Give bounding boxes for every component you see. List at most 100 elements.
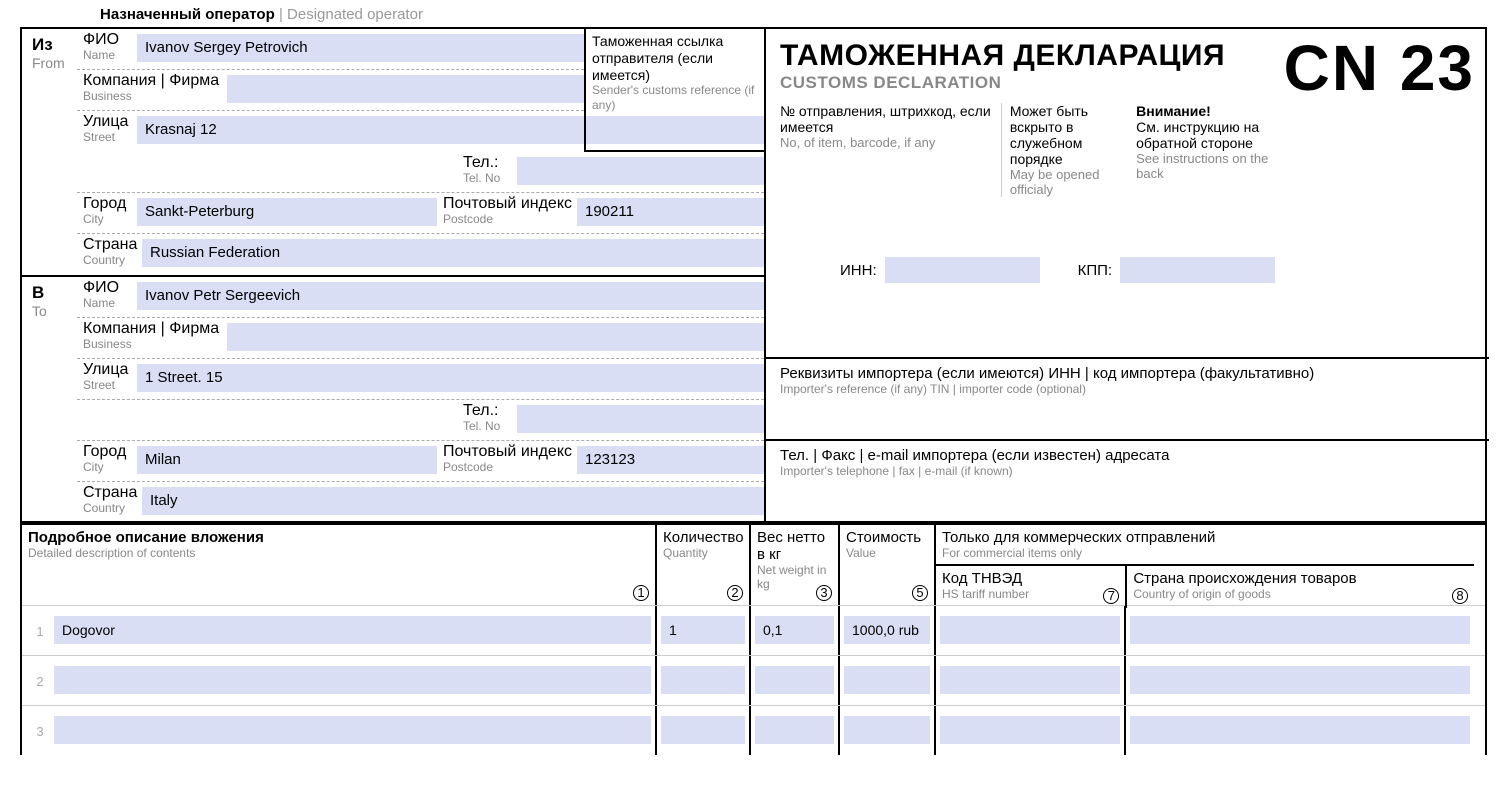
from-city-field[interactable]: Sankt-Peterburg — [137, 198, 437, 226]
item-desc-field[interactable] — [54, 666, 651, 694]
item-hs-field[interactable] — [940, 716, 1120, 744]
item-desc-field[interactable]: Dogovor — [54, 616, 651, 644]
to-tel-field[interactable] — [517, 405, 764, 433]
lbl-tel2-ru: Тел.: — [463, 402, 513, 420]
inn-field[interactable] — [885, 257, 1040, 283]
circ-8: 8 — [1452, 588, 1468, 604]
cell-orig — [1124, 656, 1474, 705]
item-wt-field[interactable] — [755, 716, 834, 744]
cell-hs — [934, 706, 1124, 755]
from-business-row: Компания | ФирмаBusiness — [77, 70, 584, 111]
to-city-field[interactable]: Milan — [137, 446, 437, 474]
fromto-column: Из From В To — [22, 29, 77, 521]
item-val-field[interactable] — [844, 666, 930, 694]
item-val-field[interactable] — [844, 716, 930, 744]
item-hs-field[interactable] — [940, 616, 1120, 644]
col-orig-en: Country of origin of goods — [1133, 587, 1468, 601]
item-val-field[interactable]: 1000,0 rub — [844, 616, 930, 644]
kpp-field[interactable] — [1120, 257, 1275, 283]
item-orig-field[interactable] — [1130, 616, 1470, 644]
items-body: 1Dogovor1 0,1 1000,0 rub 2 3 — [20, 605, 1487, 755]
to-name-field[interactable]: Ivanov Petr Sergeevich — [137, 282, 764, 310]
cell-desc: 1Dogovor — [22, 606, 655, 655]
left-pane: Из From В To ФИОName Ivanov Sergey Petro… — [22, 29, 764, 521]
lbl-country2-ru: Страна — [83, 484, 138, 502]
lbl-street2-ru: Улица — [83, 361, 133, 379]
item-qty-field[interactable]: 1 — [661, 616, 745, 644]
col-desc: Подробное описание вложения Detailed des… — [22, 525, 655, 605]
opened-ru: Может быть вскрыто в служебном порядке — [1010, 103, 1128, 167]
lbl-biz2-en: Business — [83, 338, 223, 351]
operator-sep: | — [279, 6, 283, 23]
hdr-col-itemno: № отправления, штрихкод, если имеется No… — [780, 103, 1001, 197]
item-orig-field[interactable] — [1130, 666, 1470, 694]
attn-ru: Внимание! — [1136, 103, 1283, 119]
from-en: From — [32, 55, 73, 71]
attn-ru2: См. инструкцию на обратной стороне — [1136, 119, 1283, 151]
cell-qty: 1 — [655, 606, 749, 655]
to-postcode-field[interactable]: 123123 — [577, 446, 764, 474]
lbl-name2-ru: ФИО — [83, 279, 133, 297]
itemno-en: No, of item, barcode, if any — [780, 135, 1001, 150]
lbl-name-en: Name — [83, 49, 133, 62]
col-commercial: Только для коммерческих отправлений For … — [934, 525, 1474, 605]
from-country-field[interactable]: Russian Federation — [142, 239, 764, 267]
item-qty-field[interactable] — [661, 716, 745, 744]
col-val-ru: Стоимость — [846, 529, 928, 546]
col-qty-en: Quantity — [663, 546, 743, 560]
from-postcode-field[interactable]: 190211 — [577, 198, 764, 226]
attn-en: See instructions on the back — [1136, 151, 1283, 181]
to-label-cell: В To — [22, 275, 77, 521]
to-country-row: СтранаCountry Italy — [77, 482, 764, 523]
col-hs-en: HS tariff number — [942, 587, 1119, 601]
lbl-country2-en: Country — [83, 502, 138, 515]
header-block: CN 23 ТАМОЖЕННАЯ ДЕКЛАРАЦИЯ CUSTOMS DECL… — [766, 29, 1489, 357]
from-ru: Из — [32, 35, 73, 55]
from-name-field[interactable]: Ivanov Sergey Petrovich — [137, 34, 584, 62]
lbl-street2-en: Street — [83, 379, 133, 392]
imp-tel-ru: Тел. | Факс | e-mail импортера (если изв… — [780, 447, 1475, 464]
lbl-name-ru: ФИО — [83, 31, 133, 49]
to-country-field[interactable]: Italy — [142, 487, 764, 515]
item-orig-field[interactable] — [1130, 716, 1470, 744]
customs-ref-en: Sender's customs reference (if any) — [592, 83, 758, 112]
lbl-tel-en: Tel. No — [463, 172, 513, 185]
item-row: 3 — [22, 705, 1485, 755]
to-tel-row: Тел.:Tel. No — [77, 400, 764, 441]
item-hs-field[interactable] — [940, 666, 1120, 694]
col-origin: Страна происхождения товаров Country of … — [1125, 566, 1474, 608]
item-desc-field[interactable] — [54, 716, 651, 744]
from-business-field[interactable] — [227, 75, 584, 103]
importer-ref-row: Реквизиты импортера (если имеются) ИНН |… — [766, 357, 1489, 398]
operator-en: Designated operator — [287, 6, 423, 23]
cell-wt: 0,1 — [749, 606, 838, 655]
lbl-name2-en: Name — [83, 297, 133, 310]
lbl-street-en: Street — [83, 131, 133, 144]
item-qty-field[interactable] — [661, 666, 745, 694]
from-city-row: ГородCity Sankt-Peterburg Почтовый индек… — [77, 193, 764, 234]
circ-7: 7 — [1103, 588, 1119, 604]
lbl-post-en: Postcode — [443, 213, 573, 226]
item-row: 2 — [22, 655, 1485, 705]
item-row: 1Dogovor1 0,1 1000,0 rub — [22, 605, 1485, 655]
lbl-post2-ru: Почтовый индекс — [443, 443, 573, 461]
operator-ru: Назначенный оператор — [100, 6, 275, 23]
col-qty-ru: Количество — [663, 529, 743, 546]
right-pane: CN 23 ТАМОЖЕННАЯ ДЕКЛАРАЦИЯ CUSTOMS DECL… — [764, 29, 1489, 521]
kpp-label: КПП: — [1078, 262, 1112, 279]
opened-en: May be opened officialy — [1010, 167, 1128, 197]
lbl-post-ru: Почтовый индекс — [443, 195, 573, 213]
to-street-field[interactable]: 1 Street. 15 — [137, 364, 764, 392]
col-val-en: Value — [846, 546, 928, 560]
cell-qty — [655, 706, 749, 755]
col-desc-ru: Подробное описание вложения — [28, 529, 649, 546]
to-block: ФИОName Ivanov Petr Sergeevich Компания … — [77, 275, 764, 521]
lbl-country-ru: Страна — [83, 236, 138, 254]
item-wt-field[interactable]: 0,1 — [755, 616, 834, 644]
from-tel-field[interactable] — [517, 157, 764, 185]
col-qty: Количество Quantity 2 — [655, 525, 749, 605]
to-street-row: УлицаStreet 1 Street. 15 — [77, 359, 764, 400]
row-num: 3 — [26, 712, 54, 739]
item-wt-field[interactable] — [755, 666, 834, 694]
to-business-field[interactable] — [227, 323, 764, 351]
